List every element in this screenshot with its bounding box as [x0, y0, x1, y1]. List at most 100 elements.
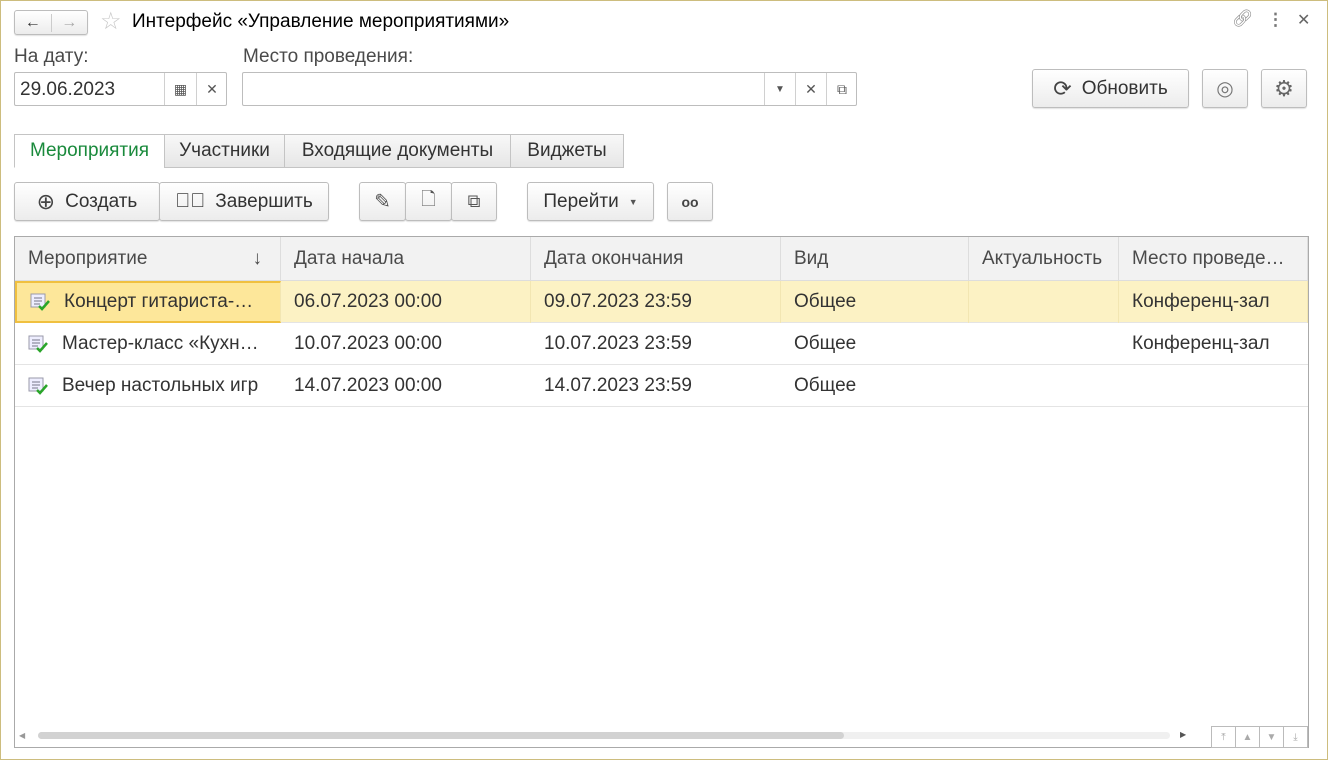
- clear-icon: ✕: [805, 80, 817, 97]
- date-label: На дату:: [14, 46, 89, 67]
- copy-button[interactable]: ⧉: [451, 182, 497, 221]
- horizontal-scrollbar[interactable]: [38, 732, 1170, 739]
- column-header-start[interactable]: Дата начала: [281, 237, 531, 281]
- cell-start: 10.07.2023 00:00: [281, 323, 531, 365]
- tab-participants[interactable]: Участники: [164, 134, 285, 168]
- cell-text: Общее: [794, 375, 857, 396]
- calendar-button[interactable]: ▦: [164, 73, 196, 105]
- cell-place: [1119, 365, 1308, 407]
- column-header-place[interactable]: Место проведе…: [1119, 237, 1308, 281]
- table-row[interactable]: Концерт гитариста-… 06.07.2023 00:00 09.07…: [15, 281, 1308, 323]
- cell-text: 10.07.2023 00:00: [294, 333, 442, 354]
- table-header: Мероприятие ↓ Дата начала Дата окончания …: [15, 237, 1308, 281]
- cell-place: Конференц-зал: [1119, 323, 1308, 365]
- tab-widgets[interactable]: Виджеты: [510, 134, 624, 168]
- scroll-down-button[interactable]: ▼: [1259, 726, 1284, 748]
- cell-event: Концерт гитариста-…: [15, 281, 281, 323]
- refresh-button[interactable]: ⟳ Обновить: [1032, 69, 1189, 108]
- place-field[interactable]: ▼ ✕ ⧉: [242, 72, 857, 106]
- open-icon: ⧉: [837, 80, 847, 97]
- goto-label: Перейти: [543, 190, 619, 212]
- nav-buttons: ← →: [14, 10, 88, 35]
- cell-text: Мастер-класс «Кухн…: [62, 333, 259, 354]
- tab-events[interactable]: Мероприятия: [14, 134, 165, 168]
- cell-start: 06.07.2023 00:00: [281, 281, 531, 323]
- refresh-label: Обновить: [1081, 77, 1168, 99]
- sort-down-icon: ↓: [252, 248, 263, 269]
- cell-text: Общее: [794, 333, 857, 354]
- cell-place: Конференц-зал: [1119, 281, 1308, 323]
- gear-icon: ⚙: [1274, 75, 1294, 101]
- scroll-right-icon[interactable]: ▶: [1180, 730, 1186, 739]
- plus-circle-icon: ⊕: [36, 188, 56, 214]
- event-done-icon: [30, 292, 52, 312]
- cell-text: 09.07.2023 23:59: [544, 291, 692, 312]
- scroll-top-button[interactable]: ⤒: [1211, 726, 1236, 748]
- favorite-star-icon[interactable]: ☆: [100, 7, 122, 36]
- scroll-up-button[interactable]: ▲: [1235, 726, 1260, 748]
- table-row[interactable]: Мастер-класс «Кухн… 10.07.2023 00:00 10.07…: [15, 323, 1308, 365]
- place-label: Место проведения:: [243, 46, 414, 67]
- link-icon[interactable]: 🔗︎: [1232, 9, 1254, 29]
- goto-button[interactable]: Перейти ▼: [527, 182, 654, 221]
- delete-mark-button[interactable]: 🗋︎: [405, 182, 452, 221]
- close-icon[interactable]: ✕: [1297, 10, 1310, 30]
- more-menu-icon[interactable]: ⋮: [1267, 10, 1284, 30]
- cell-text: 10.07.2023 23:59: [544, 333, 692, 354]
- cell-text: 14.07.2023 23:59: [544, 375, 692, 396]
- column-header-end[interactable]: Дата окончания: [531, 237, 781, 281]
- column-header-relevance[interactable]: Актуальность: [969, 237, 1119, 281]
- cell-text: Конференц-зал: [1132, 333, 1270, 354]
- open-place-button[interactable]: ⧉: [826, 73, 857, 105]
- column-header-type[interactable]: Вид: [781, 237, 969, 281]
- events-table: Мероприятие ↓ Дата начала Дата окончания …: [14, 236, 1309, 748]
- date-value: 29.06.2023: [20, 79, 116, 100]
- clear-date-button[interactable]: ✕: [196, 73, 227, 105]
- clear-place-button[interactable]: ✕: [795, 73, 826, 105]
- copy-icon: ⧉: [467, 191, 481, 211]
- cell-end: 10.07.2023 23:59: [531, 323, 781, 365]
- cell-text: Общее: [794, 291, 857, 312]
- settings-button[interactable]: ⚙: [1261, 69, 1307, 108]
- window: ← → ☆ Интерфейс «Управление мероприятиям…: [0, 0, 1328, 760]
- check-circle-icon: ✓⃝: [175, 190, 206, 212]
- cell-text: Конференц-зал: [1132, 291, 1270, 312]
- window-title: Интерфейс «Управление мероприятиями»: [132, 11, 510, 32]
- create-button[interactable]: ⊕ Создать: [14, 182, 160, 221]
- column-header-event[interactable]: Мероприятие ↓: [15, 237, 281, 281]
- cell-type: Общее: [781, 323, 969, 365]
- event-done-icon: [28, 334, 50, 354]
- clear-icon: ✕: [206, 80, 218, 97]
- scroll-bottom-button[interactable]: ⤓: [1283, 726, 1308, 748]
- cell-type: Общее: [781, 365, 969, 407]
- cell-end: 09.07.2023 23:59: [531, 281, 781, 323]
- view-button[interactable]: oo: [667, 182, 713, 221]
- column-label: Мероприятие: [28, 248, 148, 269]
- cell-text: 14.07.2023 00:00: [294, 375, 442, 396]
- refresh-icon: ⟳: [1053, 75, 1072, 101]
- cell-relevance: [969, 281, 1119, 323]
- forward-button[interactable]: →: [52, 14, 88, 32]
- chevron-down-icon: ▼: [628, 196, 638, 207]
- tab-incoming-documents[interactable]: Входящие документы: [284, 134, 511, 168]
- finish-button[interactable]: ✓⃝ Завершить: [159, 182, 329, 221]
- scrollbar-thumb[interactable]: [38, 732, 844, 739]
- date-field[interactable]: 29.06.2023 ▦ ✕: [14, 72, 227, 106]
- table-row[interactable]: Вечер настольных игр 14.07.2023 00:00 14.0…: [15, 365, 1308, 407]
- scroll-left-icon[interactable]: ◀: [19, 731, 25, 740]
- edit-button[interactable]: ✎: [359, 182, 406, 221]
- cell-event: Мастер-класс «Кухн…: [15, 323, 281, 365]
- finish-label: Завершить: [215, 190, 313, 212]
- create-label: Создать: [65, 190, 138, 212]
- pencil-icon: ✎: [374, 191, 391, 213]
- chevron-down-icon: ▼: [775, 83, 785, 95]
- cell-relevance: [969, 365, 1119, 407]
- cell-text: Концерт гитариста-…: [64, 291, 254, 312]
- back-button[interactable]: ←: [15, 13, 52, 32]
- cell-text: Вечер настольных игр: [62, 375, 259, 396]
- cell-event: Вечер настольных игр: [15, 365, 281, 407]
- place-dropdown-button[interactable]: ▼: [764, 73, 795, 105]
- access-button[interactable]: ◎: [1202, 69, 1248, 108]
- cell-type: Общее: [781, 281, 969, 323]
- cell-text: 06.07.2023 00:00: [294, 291, 442, 312]
